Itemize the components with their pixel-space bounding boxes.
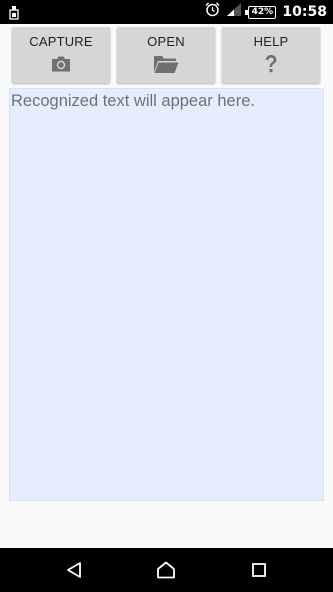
back-icon[interactable]: [62, 558, 86, 582]
status-clock: 10:58: [282, 4, 327, 20]
signal-icon: [226, 2, 242, 22]
toolbar: CAPTURE OPEN HELP: [12, 27, 320, 83]
camera-icon: [48, 53, 74, 75]
alarm-icon: [205, 2, 220, 22]
nav-bar: [0, 548, 333, 592]
sim-icon: [9, 4, 19, 20]
recognized-text-area[interactable]: Recognized text will appear here.: [9, 88, 324, 501]
capture-button-label: CAPTURE: [29, 34, 93, 49]
help-icon: [258, 53, 284, 75]
home-icon[interactable]: [154, 558, 178, 582]
capture-button[interactable]: CAPTURE: [12, 27, 110, 83]
recents-icon[interactable]: [247, 558, 271, 582]
open-button-label: OPEN: [147, 34, 185, 49]
status-bar: 42% 10:58: [0, 0, 333, 24]
battery-icon: 42%: [245, 5, 277, 19]
help-button-label: HELP: [253, 34, 289, 49]
folder-icon: [153, 53, 179, 75]
recognized-text-placeholder: Recognized text will appear here.: [11, 92, 255, 110]
help-button[interactable]: HELP: [222, 27, 320, 83]
open-button[interactable]: OPEN: [117, 27, 215, 83]
